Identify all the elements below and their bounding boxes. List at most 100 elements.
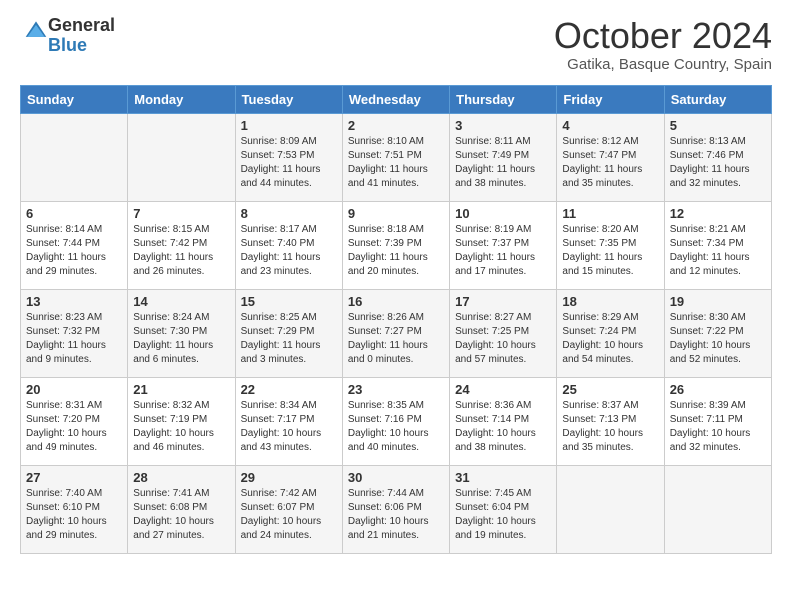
day-number: 16 — [348, 294, 444, 309]
day-number: 15 — [241, 294, 337, 309]
day-cell: 1 Sunrise: 8:09 AMSunset: 7:53 PMDaylight… — [235, 113, 342, 201]
calendar-header-row: Sunday Monday Tuesday Wednesday Thursday… — [21, 85, 772, 113]
day-number: 21 — [133, 382, 229, 397]
header: General Blue October 2024 Gatika, Basque… — [20, 16, 772, 73]
day-cell: 27 Sunrise: 7:40 AMSunset: 6:10 PMDayligh… — [21, 465, 128, 553]
day-info: Sunrise: 8:34 AMSunset: 7:17 PMDaylight:… — [241, 399, 337, 455]
day-info: Sunrise: 8:29 AMSunset: 7:24 PMDaylight:… — [562, 311, 658, 367]
day-number: 5 — [670, 118, 766, 133]
day-number: 27 — [26, 470, 122, 485]
day-cell: 26Sunrise: 8:39 AMSunset: 7:11 PMDayligh… — [664, 377, 771, 465]
col-friday: Friday — [557, 85, 664, 113]
week-row-5: 27 Sunrise: 7:40 AMSunset: 6:10 PMDayligh… — [21, 465, 772, 553]
col-tuesday: Tuesday — [235, 85, 342, 113]
day-cell: 30 Sunrise: 7:44 AMSunset: 6:06 PMDayligh… — [342, 465, 449, 553]
day-info: Sunrise: 8:14 AMSunset: 7:44 PMDaylight:… — [26, 223, 122, 279]
day-number: 1 — [241, 118, 337, 133]
day-info: Sunrise: 7:42 AMSunset: 6:07 PMDaylight:… — [241, 487, 337, 543]
day-info: Sunrise: 8:17 AMSunset: 7:40 PMDaylight:… — [241, 223, 337, 279]
logo-general: General — [48, 16, 115, 36]
logo: General Blue — [20, 16, 115, 56]
day-info: Sunrise: 7:40 AMSunset: 6:10 PMDaylight:… — [26, 487, 122, 543]
day-cell: 9 Sunrise: 8:18 AMSunset: 7:39 PMDaylight… — [342, 201, 449, 289]
day-info: Sunrise: 8:31 AMSunset: 7:20 PMDaylight:… — [26, 399, 122, 455]
day-number: 18 — [562, 294, 658, 309]
location: Gatika, Basque Country, Spain — [554, 56, 772, 73]
day-cell: 18 Sunrise: 8:29 AMSunset: 7:24 PMDayligh… — [557, 289, 664, 377]
day-info: Sunrise: 8:11 AMSunset: 7:49 PMDaylight:… — [455, 135, 551, 191]
day-cell: 11Sunrise: 8:20 AMSunset: 7:35 PMDayligh… — [557, 201, 664, 289]
day-info: Sunrise: 7:41 AMSunset: 6:08 PMDaylight:… — [133, 487, 229, 543]
day-info: Sunrise: 8:20 AMSunset: 7:35 PMDaylight:… — [562, 223, 658, 279]
col-sunday: Sunday — [21, 85, 128, 113]
day-cell: 29 Sunrise: 7:42 AMSunset: 6:07 PMDayligh… — [235, 465, 342, 553]
day-cell — [128, 113, 235, 201]
logo-text: General Blue — [48, 16, 115, 56]
day-cell: 15 Sunrise: 8:25 AMSunset: 7:29 PMDayligh… — [235, 289, 342, 377]
day-number: 12 — [670, 206, 766, 221]
day-number: 20 — [26, 382, 122, 397]
day-cell: 13 Sunrise: 8:23 AMSunset: 7:32 PMDayligh… — [21, 289, 128, 377]
day-number: 17 — [455, 294, 551, 309]
day-cell: 6 Sunrise: 8:14 AMSunset: 7:44 PMDaylight… — [21, 201, 128, 289]
day-info: Sunrise: 8:39 AMSunset: 7:11 PMDaylight:… — [670, 399, 766, 455]
day-info: Sunrise: 8:19 AMSunset: 7:37 PMDaylight:… — [455, 223, 551, 279]
title-block: October 2024 Gatika, Basque Country, Spa… — [554, 16, 772, 73]
day-cell: 22Sunrise: 8:34 AMSunset: 7:17 PMDayligh… — [235, 377, 342, 465]
day-number: 7 — [133, 206, 229, 221]
day-info: Sunrise: 8:27 AMSunset: 7:25 PMDaylight:… — [455, 311, 551, 367]
day-cell: 24Sunrise: 8:36 AMSunset: 7:14 PMDayligh… — [450, 377, 557, 465]
day-info: Sunrise: 8:10 AMSunset: 7:51 PMDaylight:… — [348, 135, 444, 191]
day-number: 4 — [562, 118, 658, 133]
day-number: 8 — [241, 206, 337, 221]
day-info: Sunrise: 8:23 AMSunset: 7:32 PMDaylight:… — [26, 311, 122, 367]
day-number: 29 — [241, 470, 337, 485]
calendar-table: Sunday Monday Tuesday Wednesday Thursday… — [20, 85, 772, 554]
day-number: 25 — [562, 382, 658, 397]
day-number: 19 — [670, 294, 766, 309]
day-info: Sunrise: 8:37 AMSunset: 7:13 PMDaylight:… — [562, 399, 658, 455]
col-wednesday: Wednesday — [342, 85, 449, 113]
day-info: Sunrise: 8:13 AMSunset: 7:46 PMDaylight:… — [670, 135, 766, 191]
day-info: Sunrise: 8:09 AMSunset: 7:53 PMDaylight:… — [241, 135, 337, 191]
col-monday: Monday — [128, 85, 235, 113]
day-number: 13 — [26, 294, 122, 309]
day-cell — [664, 465, 771, 553]
day-info: Sunrise: 8:18 AMSunset: 7:39 PMDaylight:… — [348, 223, 444, 279]
day-info: Sunrise: 8:25 AMSunset: 7:29 PMDaylight:… — [241, 311, 337, 367]
day-cell: 21 Sunrise: 8:32 AMSunset: 7:19 PMDayligh… — [128, 377, 235, 465]
page: General Blue October 2024 Gatika, Basque… — [0, 0, 792, 574]
week-row-3: 13 Sunrise: 8:23 AMSunset: 7:32 PMDayligh… — [21, 289, 772, 377]
day-info: Sunrise: 7:44 AMSunset: 6:06 PMDaylight:… — [348, 487, 444, 543]
day-info: Sunrise: 8:30 AMSunset: 7:22 PMDaylight:… — [670, 311, 766, 367]
day-cell: 31Sunrise: 7:45 AMSunset: 6:04 PMDayligh… — [450, 465, 557, 553]
day-info: Sunrise: 8:12 AMSunset: 7:47 PMDaylight:… — [562, 135, 658, 191]
day-info: Sunrise: 8:35 AMSunset: 7:16 PMDaylight:… — [348, 399, 444, 455]
week-row-2: 6 Sunrise: 8:14 AMSunset: 7:44 PMDaylight… — [21, 201, 772, 289]
day-info: Sunrise: 8:36 AMSunset: 7:14 PMDaylight:… — [455, 399, 551, 455]
day-number: 10 — [455, 206, 551, 221]
day-cell: 5 Sunrise: 8:13 AMSunset: 7:46 PMDaylight… — [664, 113, 771, 201]
day-number: 9 — [348, 206, 444, 221]
col-saturday: Saturday — [664, 85, 771, 113]
day-number: 2 — [348, 118, 444, 133]
day-number: 6 — [26, 206, 122, 221]
day-cell: 8 Sunrise: 8:17 AMSunset: 7:40 PMDaylight… — [235, 201, 342, 289]
day-cell: 19 Sunrise: 8:30 AMSunset: 7:22 PMDayligh… — [664, 289, 771, 377]
day-info: Sunrise: 8:15 AMSunset: 7:42 PMDaylight:… — [133, 223, 229, 279]
day-info: Sunrise: 8:21 AMSunset: 7:34 PMDaylight:… — [670, 223, 766, 279]
day-cell: 2 Sunrise: 8:10 AMSunset: 7:51 PMDaylight… — [342, 113, 449, 201]
day-number: 30 — [348, 470, 444, 485]
day-info: Sunrise: 8:32 AMSunset: 7:19 PMDaylight:… — [133, 399, 229, 455]
day-cell — [557, 465, 664, 553]
day-cell: 16Sunrise: 8:26 AMSunset: 7:27 PMDayligh… — [342, 289, 449, 377]
logo-icon — [24, 18, 48, 42]
day-cell: 17 Sunrise: 8:27 AMSunset: 7:25 PMDayligh… — [450, 289, 557, 377]
day-number: 3 — [455, 118, 551, 133]
day-number: 14 — [133, 294, 229, 309]
month-title: October 2024 — [554, 16, 772, 56]
day-cell: 7 Sunrise: 8:15 AMSunset: 7:42 PMDaylight… — [128, 201, 235, 289]
day-cell: 3 Sunrise: 8:11 AMSunset: 7:49 PMDaylight… — [450, 113, 557, 201]
day-info: Sunrise: 8:24 AMSunset: 7:30 PMDaylight:… — [133, 311, 229, 367]
day-cell — [21, 113, 128, 201]
